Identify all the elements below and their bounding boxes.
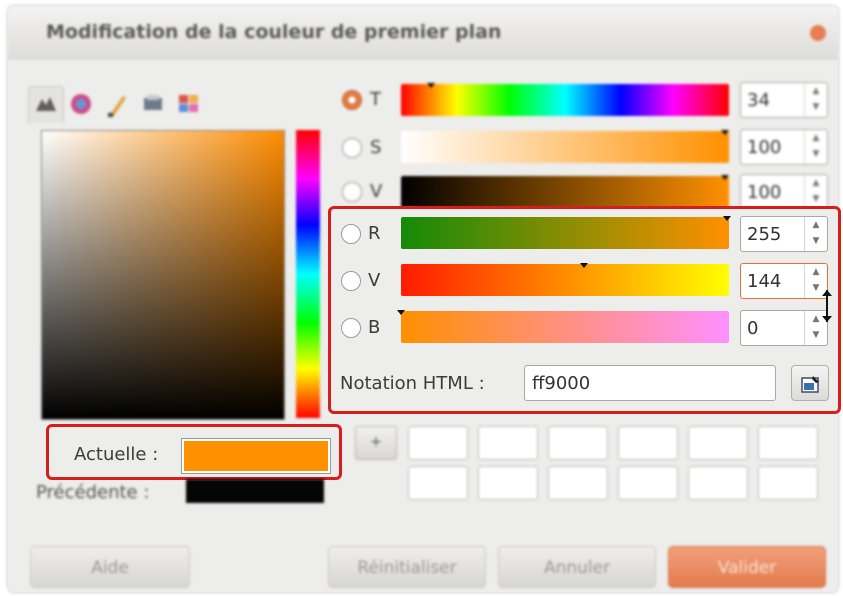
- current-color-swatch: [182, 439, 330, 473]
- value-slider-marker[interactable]: [721, 175, 729, 180]
- blue-label: B: [368, 317, 381, 338]
- value-spin[interactable]: ▲▼: [740, 174, 828, 210]
- value-label: V: [370, 181, 383, 202]
- color-dialog: Modification de la couleur de premier pl…: [8, 6, 841, 592]
- history-swatch[interactable]: [758, 466, 818, 500]
- palette-icon: [179, 95, 198, 112]
- red-stepper-arrows[interactable]: ▲ ▼: [804, 217, 827, 251]
- value-slider[interactable]: [401, 176, 729, 208]
- tab-watercolor[interactable]: [100, 86, 134, 122]
- html-notation-input[interactable]: [532, 371, 762, 395]
- dialog-title: Modification de la couleur de premier pl…: [46, 21, 502, 43]
- previous-color-label: Précédente :: [36, 482, 150, 503]
- history-swatch[interactable]: [408, 466, 468, 500]
- saturation-label: S: [370, 137, 382, 158]
- red-spin[interactable]: ▲▼: [740, 216, 828, 252]
- saturation-spin[interactable]: ▲▼: [740, 129, 828, 165]
- value-input[interactable]: [747, 180, 801, 204]
- saturation-value-area[interactable]: [41, 130, 285, 420]
- radio-red[interactable]: [341, 224, 361, 244]
- html-notation-label: Notation HTML :: [340, 373, 485, 394]
- red-label: R: [368, 223, 381, 244]
- radio-blue[interactable]: [341, 318, 361, 338]
- saturation-stepper-arrows[interactable]: ▲ ▼: [804, 130, 827, 164]
- blue-input[interactable]: [747, 316, 801, 340]
- value-stepper-arrows[interactable]: ▲ ▼: [804, 175, 827, 209]
- hue-slider-marker[interactable]: [427, 83, 435, 88]
- saturation-slider[interactable]: [401, 131, 729, 163]
- add-to-history-button[interactable]: +: [355, 426, 397, 460]
- history-swatch[interactable]: [618, 466, 678, 500]
- tab-gimp-selector[interactable]: [28, 86, 64, 123]
- help-button[interactable]: Aide: [30, 546, 190, 588]
- history-swatch[interactable]: [618, 426, 678, 460]
- history-swatch[interactable]: [478, 466, 538, 500]
- blue-slider[interactable]: [401, 311, 729, 343]
- close-icon[interactable]: [810, 25, 826, 41]
- html-notation-field[interactable]: [524, 365, 776, 401]
- cancel-button[interactable]: Annuler: [498, 546, 656, 588]
- hue-input[interactable]: [747, 88, 801, 112]
- history-swatch[interactable]: [408, 426, 468, 460]
- resize-cursor-icon: [822, 290, 832, 322]
- radio-green[interactable]: [341, 271, 361, 291]
- tab-cmyk[interactable]: [136, 86, 170, 122]
- hue-label: T: [370, 89, 381, 110]
- hue-spin[interactable]: ▲▼: [740, 82, 828, 118]
- history-swatch[interactable]: [548, 426, 608, 460]
- saturation-input[interactable]: [747, 135, 801, 159]
- tab-palette[interactable]: [172, 86, 206, 122]
- green-slider[interactable]: [401, 264, 729, 296]
- green-spin[interactable]: ▲▼: [740, 263, 828, 299]
- red-input[interactable]: [747, 222, 801, 246]
- color-wheel-icon: [71, 94, 91, 114]
- radio-saturation[interactable]: [342, 138, 362, 158]
- history-swatch[interactable]: [688, 426, 748, 460]
- blue-spin[interactable]: ▲▼: [740, 310, 828, 346]
- history-swatch[interactable]: [548, 466, 608, 500]
- hue-slider[interactable]: [401, 84, 729, 116]
- current-color-label: Actuelle :: [74, 444, 159, 465]
- hue-stepper-arrows[interactable]: ▲ ▼: [804, 83, 827, 117]
- gimp-wilber-icon: [36, 97, 56, 111]
- saturation-slider-marker[interactable]: [721, 130, 729, 135]
- tab-color-wheel[interactable]: [64, 86, 98, 122]
- hue-strip[interactable]: [296, 130, 320, 418]
- history-swatch[interactable]: [478, 426, 538, 460]
- green-input[interactable]: [747, 269, 801, 293]
- radio-hue[interactable]: [342, 90, 362, 110]
- history-swatch[interactable]: [758, 426, 818, 460]
- history-swatch[interactable]: [688, 466, 748, 500]
- brush-icon: [108, 96, 126, 117]
- green-slider-marker[interactable]: [580, 263, 588, 268]
- red-slider[interactable]: [401, 217, 729, 249]
- printer-cmyk-icon: [144, 95, 162, 110]
- green-label: V: [368, 270, 381, 291]
- blue-slider-marker[interactable]: [397, 310, 405, 315]
- previous-color-swatch: [186, 479, 324, 503]
- color-picker-button[interactable]: [791, 365, 829, 401]
- radio-value[interactable]: [342, 182, 362, 202]
- ok-button[interactable]: Valider: [668, 546, 826, 588]
- title-bar: Modification de la couleur de premier pl…: [8, 6, 838, 59]
- eyedropper-icon: [801, 376, 819, 393]
- red-slider-marker[interactable]: [723, 216, 731, 221]
- reset-button[interactable]: Réinitialiser: [328, 546, 486, 588]
